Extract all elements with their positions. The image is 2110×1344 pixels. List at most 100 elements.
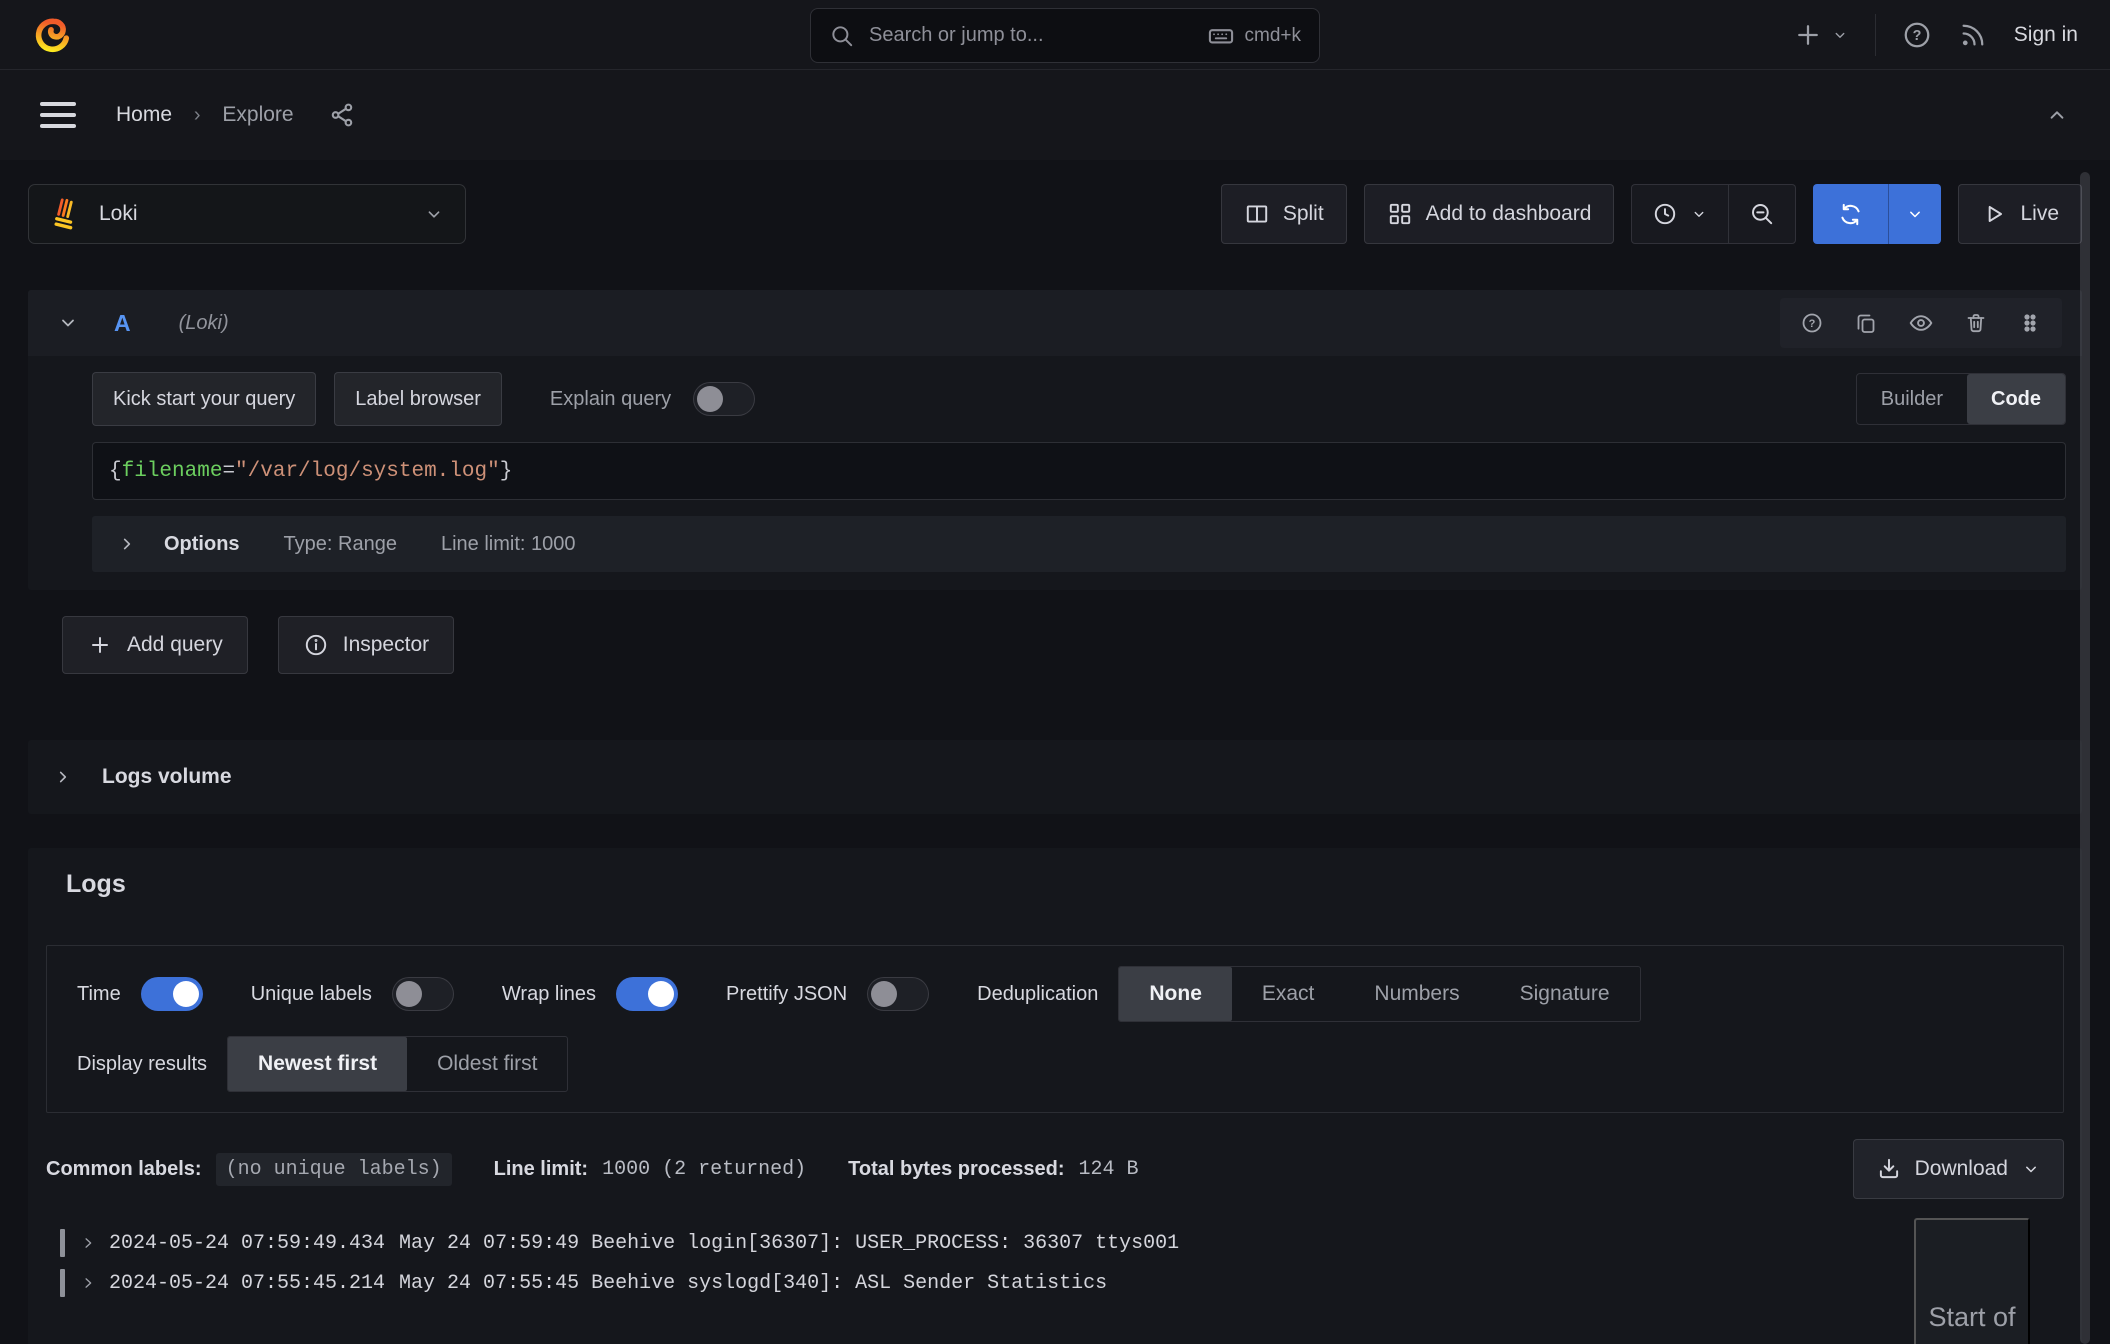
topnav-actions: ? Sign in (1793, 14, 2078, 56)
time-picker-button[interactable] (1632, 185, 1728, 243)
chevron-down-icon (1831, 26, 1849, 44)
play-icon (1981, 201, 2007, 227)
chevron-down-icon (1905, 204, 1925, 224)
dedup-option-numbers[interactable]: Numbers (1344, 967, 1489, 1021)
dedup-option-none[interactable]: None (1119, 967, 1232, 1021)
zoom-out-icon (1749, 201, 1775, 227)
editor-mode-builder[interactable]: Builder (1857, 374, 1967, 424)
menu-toggle-button[interactable] (40, 102, 76, 128)
query-help-icon[interactable]: ? (1800, 311, 1824, 335)
log-message: May 24 07:55:45 Beehive syslogd[340]: AS… (399, 1272, 1107, 1295)
help-icon: ? (1902, 20, 1932, 50)
chevron-down-icon (423, 203, 445, 225)
breadcrumb-bar: Home › Explore (0, 70, 2110, 160)
add-query-button[interactable]: Add query (62, 616, 248, 674)
inspector-button[interactable]: Inspector (278, 616, 454, 674)
deduplication-radio-group: None Exact Numbers Signature (1118, 966, 1640, 1022)
logql-query-input[interactable]: {filename="/var/log/system.log"} (92, 442, 2066, 500)
options-title: Options (164, 533, 240, 556)
label-browser-button[interactable]: Label browser (334, 372, 502, 426)
query-collapse-button[interactable] (48, 311, 88, 335)
breadcrumb-separator: › (194, 104, 201, 126)
sign-in-link[interactable]: Sign in (2014, 23, 2078, 47)
wrap-lines-toggle-label: Wrap lines (502, 983, 596, 1006)
split-icon (1244, 201, 1270, 227)
zoom-out-time-button[interactable] (1728, 185, 1795, 243)
plus-icon (87, 632, 113, 658)
explain-query-label: Explain query (550, 388, 671, 411)
display-newest-first[interactable]: Newest first (228, 1037, 407, 1091)
query-actions-row: Add query Inspector (62, 616, 2082, 674)
display-oldest-first[interactable]: Oldest first (407, 1037, 567, 1091)
collapse-controls-button[interactable] (2044, 102, 2070, 128)
query-options-row[interactable]: Options Type: Range Line limit: 1000 (92, 516, 2066, 572)
logs-panel: Logs Time Unique labels Wrap lines Prett… (28, 848, 2082, 1344)
remove-query-trash-icon[interactable] (1964, 311, 1988, 335)
breadcrumb-home[interactable]: Home (116, 103, 172, 126)
scrollbar-thumb[interactable] (2080, 172, 2090, 1344)
add-to-dashboard-button[interactable]: Add to dashboard (1364, 184, 1615, 244)
help-button[interactable]: ? (1902, 20, 1932, 50)
wrap-lines-toggle[interactable] (616, 977, 678, 1011)
log-expand-chevron-icon[interactable] (79, 1274, 97, 1292)
bytes-processed-meta: Total bytes processed: 124 B (848, 1158, 1138, 1181)
news-button[interactable] (1958, 20, 1988, 50)
chevron-right-icon (52, 766, 74, 788)
line-limit-label: Line limit: (494, 1158, 588, 1181)
new-menu-button[interactable] (1793, 20, 1849, 50)
dedup-option-signature[interactable]: Signature (1490, 967, 1640, 1021)
sync-icon (1837, 201, 1864, 228)
time-toggle-field: Time (77, 977, 203, 1011)
query-token-equals: = (222, 460, 235, 483)
unique-labels-toggle[interactable] (392, 977, 454, 1011)
bytes-processed-label: Total bytes processed: (848, 1158, 1064, 1181)
prettify-json-toggle[interactable] (867, 977, 929, 1011)
query-editor-toolbar: Kick start your query Label browser Expl… (92, 372, 2066, 426)
refresh-interval-dropdown[interactable] (1888, 184, 1941, 244)
breadcrumb-explore[interactable]: Explore (222, 103, 293, 126)
log-row[interactable]: 2024-05-24 07:55:45.214 May 24 07:55:45 … (60, 1263, 2064, 1303)
log-expand-chevron-icon[interactable] (79, 1234, 97, 1252)
common-labels-meta: Common labels: (no unique labels) (46, 1153, 452, 1186)
download-button[interactable]: Download (1853, 1139, 2064, 1199)
log-message: May 24 07:59:49 Beehive login[36307]: US… (399, 1232, 1179, 1255)
start-of-range-button[interactable]: Start of range (1914, 1218, 2030, 1344)
top-navigation-bar: Search or jump to... cmd+k ? (0, 0, 2110, 70)
query-token-label: filename (122, 460, 223, 483)
line-limit-meta: Line limit: 1000 (2 returned) (494, 1158, 807, 1181)
editor-mode-code[interactable]: Code (1967, 374, 2065, 424)
explain-query-toggle[interactable] (693, 382, 755, 416)
kick-start-query-button[interactable]: Kick start your query (92, 372, 316, 426)
search-input[interactable]: Search or jump to... cmd+k (810, 8, 1320, 63)
logs-volume-section[interactable]: Logs volume (28, 740, 2082, 814)
query-token-open-brace: { (109, 460, 122, 483)
run-query-refresh-button[interactable] (1813, 184, 1888, 244)
share-button[interactable] (328, 101, 356, 129)
grafana-logo-icon[interactable] (32, 14, 74, 56)
time-toggle[interactable] (141, 977, 203, 1011)
query-editor-panel: A (Loki) ? (28, 290, 2082, 590)
hide-query-eye-icon[interactable] (1908, 310, 1934, 336)
time-picker-group (1631, 184, 1796, 244)
duplicate-query-icon[interactable] (1854, 311, 1878, 335)
prettify-json-toggle-field: Prettify JSON (726, 977, 929, 1011)
topnav-divider (1875, 14, 1876, 56)
live-button[interactable]: Live (1958, 184, 2082, 244)
download-icon (1876, 1156, 1902, 1182)
log-row[interactable]: 2024-05-24 07:59:49.434 May 24 07:59:49 … (60, 1223, 2064, 1263)
common-labels-value: (no unique labels) (216, 1153, 452, 1186)
explain-query-field: Explain query (550, 382, 755, 416)
wrap-lines-toggle-field: Wrap lines (502, 977, 678, 1011)
clock-icon (1652, 201, 1678, 227)
dedup-option-exact[interactable]: Exact (1232, 967, 1345, 1021)
drag-handle-icon[interactable] (2018, 311, 2042, 335)
unique-labels-toggle-label: Unique labels (251, 983, 372, 1006)
query-ref-id[interactable]: A (114, 310, 131, 337)
split-button[interactable]: Split (1221, 184, 1347, 244)
line-limit-value: 1000 (2 returned) (602, 1158, 806, 1181)
refresh-button-group (1813, 184, 1941, 244)
datasource-picker[interactable]: Loki (28, 184, 466, 244)
unique-labels-toggle-field: Unique labels (251, 977, 454, 1011)
loki-logo-icon (49, 197, 83, 231)
logs-panel-title: Logs (66, 870, 2064, 899)
